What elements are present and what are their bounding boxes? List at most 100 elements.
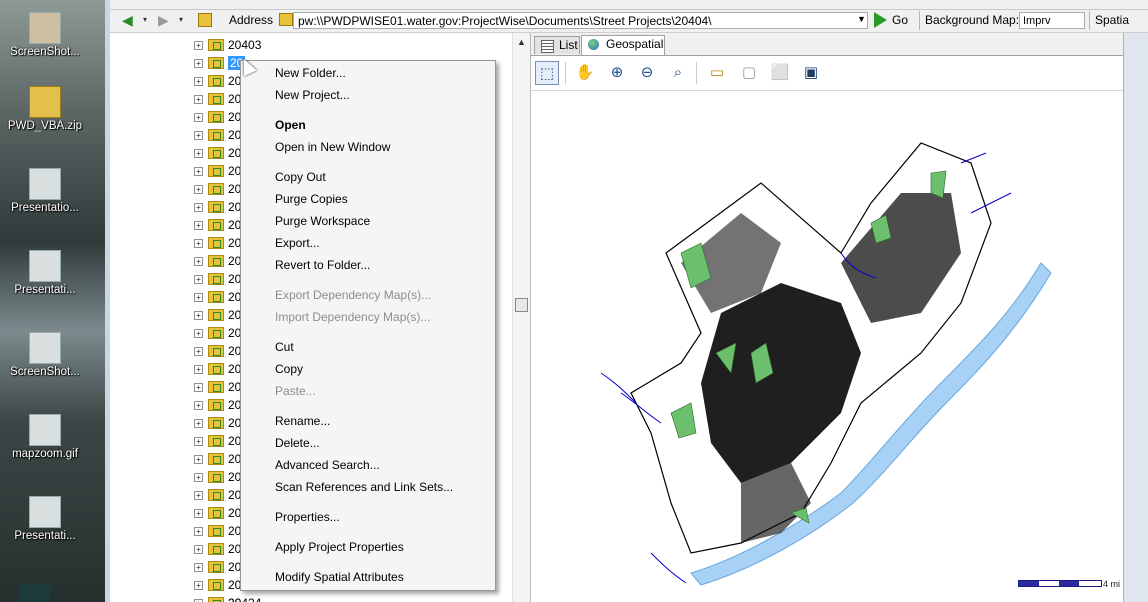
go-arrow-icon[interactable] — [874, 12, 887, 28]
tab-list[interactable]: List — [534, 36, 580, 54]
expand-icon[interactable]: + — [194, 437, 203, 446]
expand-icon[interactable]: + — [194, 203, 203, 212]
view-tabs: List Geospatial — [531, 33, 1123, 56]
project-folder-icon — [208, 579, 224, 591]
background-map-select[interactable]: Imprv — [1019, 12, 1085, 29]
menu-item-properties[interactable]: Properties... — [275, 510, 340, 524]
desktop-icon-presentation-1[interactable]: Presentatio... — [0, 168, 90, 214]
expand-icon[interactable]: + — [194, 545, 203, 554]
menu-item-open[interactable]: Open — [275, 118, 306, 132]
top-toolbar-strip — [110, 0, 1148, 10]
menu-item-copy[interactable]: Copy — [275, 362, 303, 376]
expand-icon[interactable]: + — [194, 473, 203, 482]
city-map[interactable] — [541, 103, 1121, 593]
expand-icon[interactable]: + — [194, 293, 203, 302]
address-dropdown-icon[interactable]: ▼ — [857, 14, 866, 24]
expand-icon[interactable]: + — [194, 509, 203, 518]
project-folder-icon — [208, 129, 224, 141]
back-dropdown-icon[interactable]: ▾ — [143, 13, 159, 27]
expand-icon[interactable]: + — [194, 401, 203, 410]
forward-dropdown-icon[interactable]: ▾ — [179, 13, 195, 27]
expand-icon[interactable]: + — [194, 581, 203, 590]
expand-icon[interactable]: + — [194, 527, 203, 536]
expand-icon[interactable]: + — [194, 329, 203, 338]
expand-icon[interactable]: + — [194, 563, 203, 572]
tab-geospatial[interactable]: Geospatial — [581, 35, 665, 55]
expand-icon[interactable]: + — [194, 383, 203, 392]
expand-icon[interactable]: + — [194, 239, 203, 248]
desktop-icon-screenshot-1[interactable]: ScreenShot... — [0, 12, 90, 58]
desktop-icon-label: PWD_VBA.zip — [7, 120, 83, 132]
context-menu: New Folder... New Project... Open Open i… — [240, 60, 496, 591]
tree-scrollbar[interactable]: ▲ — [512, 33, 530, 602]
project-folder-icon — [208, 327, 224, 339]
expand-icon[interactable]: + — [194, 347, 203, 356]
menu-item-copy-out[interactable]: Copy Out — [275, 170, 326, 184]
background-map-icon[interactable]: ▣ — [799, 61, 823, 85]
desktop-icon-mapzoom-gif[interactable]: mapzoom.gif — [0, 414, 90, 460]
select-rectangle-icon[interactable]: ⬚ — [535, 61, 559, 85]
menu-item-purge-copies[interactable]: Purge Copies — [275, 192, 348, 206]
presentation-file-icon — [29, 168, 61, 200]
expand-icon[interactable]: + — [194, 167, 203, 176]
menu-item-cut[interactable]: Cut — [275, 340, 294, 354]
project-folder-icon — [208, 291, 224, 303]
pan-hand-icon[interactable]: ✋ — [573, 61, 597, 85]
up-folder-icon[interactable] — [198, 13, 212, 27]
expand-icon[interactable]: + — [194, 311, 203, 320]
project-folder-icon — [208, 561, 224, 573]
menu-item-apply-project-properties[interactable]: Apply Project Properties — [275, 540, 404, 554]
menu-item-modify-spatial-attributes[interactable]: Modify Spatial Attributes — [275, 570, 404, 584]
zoom-extent-icon[interactable]: ⌕ — [666, 61, 690, 85]
menu-item-open-new-window[interactable]: Open in New Window — [275, 140, 390, 154]
expand-icon[interactable]: + — [194, 185, 203, 194]
scroll-up-icon[interactable]: ▲ — [517, 37, 526, 47]
expand-icon[interactable]: + — [194, 149, 203, 158]
expand-icon[interactable]: + — [194, 275, 203, 284]
menu-item-export[interactable]: Export... — [275, 236, 320, 250]
address-value: pw:\\PWDPWISE01.water.gov:ProjectWise\Do… — [298, 14, 712, 28]
menu-item-rename[interactable]: Rename... — [275, 414, 330, 428]
scroll-thumb[interactable] — [515, 298, 528, 312]
expand-icon[interactable]: + — [194, 365, 203, 374]
expand-icon[interactable]: + — [194, 41, 203, 50]
show-folders-icon[interactable]: ▭ — [705, 61, 729, 85]
project-folder-icon — [208, 471, 224, 483]
show-extents-icon[interactable]: ⬜ — [768, 61, 792, 85]
partial-desktop-icon — [20, 584, 50, 602]
expand-icon[interactable]: + — [194, 221, 203, 230]
map-scale-label: 4 mi — [1103, 579, 1121, 589]
expand-icon[interactable]: + — [194, 59, 203, 68]
zoom-in-icon[interactable]: ⊕ — [605, 61, 629, 85]
expand-icon[interactable]: + — [194, 455, 203, 464]
expand-icon[interactable]: + — [194, 113, 203, 122]
menu-item-scan-references[interactable]: Scan References and Link Sets... — [275, 480, 453, 494]
menu-item-advanced-search[interactable]: Advanced Search... — [275, 458, 380, 472]
expand-icon[interactable]: + — [194, 491, 203, 500]
desktop-icon-screenshot-2[interactable]: ScreenShot... — [0, 332, 90, 378]
background-map-value: Imprv — [1023, 15, 1051, 27]
back-arrow-icon[interactable]: ◀ — [122, 13, 138, 27]
desktop-icon-presentation-3[interactable]: Presentati... — [0, 496, 90, 542]
menu-item-revert-to-folder[interactable]: Revert to Folder... — [275, 258, 370, 272]
expand-icon[interactable]: + — [194, 95, 203, 104]
menu-item-purge-workspace[interactable]: Purge Workspace — [275, 214, 370, 228]
forward-arrow-icon[interactable]: ▶ — [158, 13, 174, 27]
project-folder-icon — [208, 255, 224, 267]
expand-icon[interactable]: + — [194, 77, 203, 86]
address-input[interactable]: pw:\\PWDPWISE01.water.gov:ProjectWise\Do… — [293, 12, 868, 29]
zoom-out-icon[interactable]: ⊖ — [635, 61, 659, 85]
tab-list-label: List — [559, 38, 578, 52]
menu-item-delete[interactable]: Delete... — [275, 436, 320, 450]
desktop-icon-presentation-2[interactable]: Presentati... — [0, 250, 90, 296]
project-folder-icon — [208, 237, 224, 249]
menu-item-new-project[interactable]: New Project... — [275, 88, 350, 102]
expand-icon[interactable]: + — [194, 257, 203, 266]
go-button[interactable]: Go — [892, 13, 908, 27]
desktop-icon-pwd-vba-zip[interactable]: PWD_VBA.zip — [0, 86, 90, 132]
expand-icon[interactable]: + — [194, 419, 203, 428]
menu-item-new-folder[interactable]: New Folder... — [275, 66, 346, 80]
expand-icon[interactable]: + — [194, 131, 203, 140]
map-toolbar: ⬚ ✋ ⊕ ⊖ ⌕ ▭ ▢ ⬜ ▣ — [531, 56, 1123, 91]
show-documents-icon[interactable]: ▢ — [737, 61, 761, 85]
